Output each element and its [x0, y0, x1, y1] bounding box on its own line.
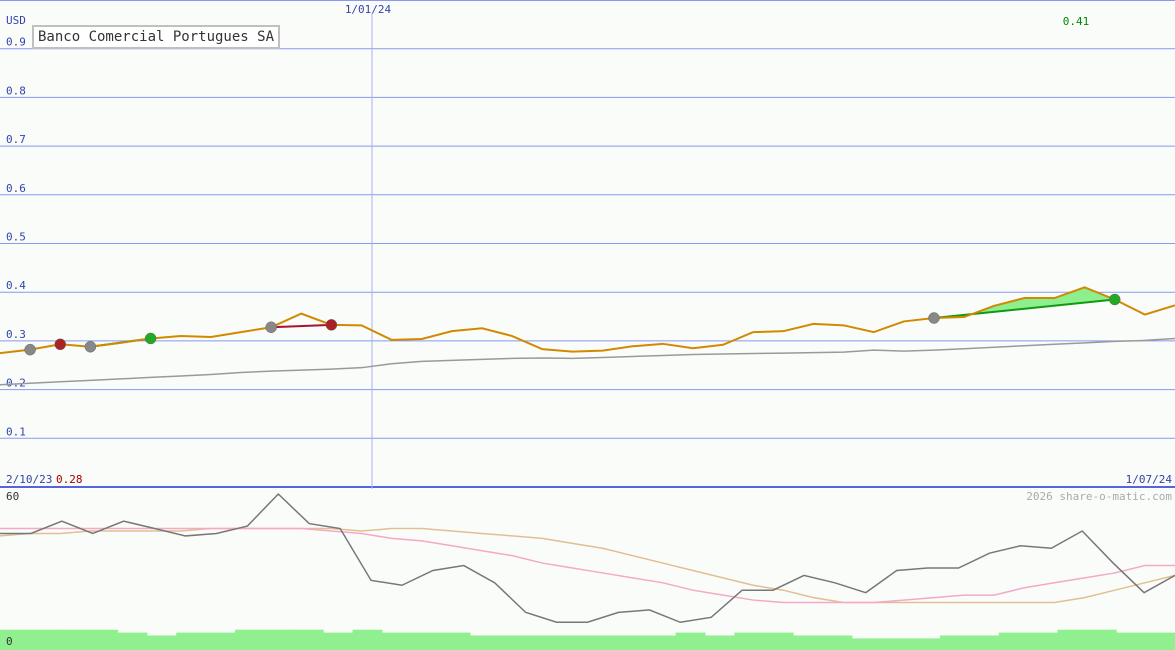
volume-bar	[793, 635, 823, 650]
volume-bar	[558, 635, 588, 650]
volume-bar	[587, 635, 618, 650]
y-tick-label: 0.1	[6, 425, 26, 438]
volume-bar	[88, 629, 118, 650]
volume-bar	[293, 629, 324, 650]
volume-bar	[969, 635, 1000, 650]
x-mid-date-label: 1/01/24	[345, 3, 392, 16]
volume-bar	[381, 632, 412, 650]
trade-marker	[84, 340, 97, 353]
y-tick-label: 0.8	[6, 84, 26, 97]
volume-bar	[470, 635, 500, 650]
x-start-date-label: 2/10/23	[6, 473, 52, 486]
volume-bar	[205, 632, 236, 650]
volume-bar	[851, 638, 882, 650]
lower-y-max-label: 60	[6, 490, 19, 503]
volume-bar	[1028, 632, 1058, 650]
volume-bar	[705, 635, 735, 650]
volume-bar	[910, 638, 941, 650]
trade-marker	[325, 319, 338, 331]
volume-bar	[646, 635, 677, 650]
stock-chart: 0.10.20.30.40.50.60.70.80.9USD1/01/240.4…	[0, 0, 1175, 650]
copyright-label: 2026 share-o-matic.com	[1026, 490, 1172, 503]
lower-y-min-label: 0	[6, 635, 13, 648]
volume-bar	[1145, 632, 1175, 650]
volume-bar	[440, 632, 471, 650]
y-tick-label: 0.9	[6, 36, 26, 49]
y-tick-label: 0.6	[6, 182, 26, 195]
y-tick-label: 0.5	[6, 231, 26, 244]
volume-bar	[176, 632, 207, 650]
volume-bar	[616, 635, 647, 650]
volume-bar	[734, 632, 765, 650]
volume-bar	[1057, 629, 1088, 650]
trade-marker	[144, 332, 157, 345]
volume-bar	[528, 635, 559, 650]
high-value-label: 0.41	[1063, 15, 1090, 28]
volume-bar	[146, 635, 177, 650]
volume-bar	[1086, 629, 1117, 650]
volume-bar	[881, 638, 912, 650]
trade-marker	[928, 312, 940, 324]
volume-bar	[264, 629, 295, 650]
y-tick-label: 0.3	[6, 328, 26, 341]
volume-bar	[411, 632, 442, 650]
volume-bar	[675, 632, 706, 650]
lower-panel-bg	[0, 489, 1175, 650]
volume-bar	[117, 632, 148, 650]
chart-title: Banco Comercial Portugues SA	[32, 25, 281, 49]
volume-bar	[940, 635, 970, 650]
volume-bar	[58, 629, 89, 650]
trade-marker	[265, 321, 277, 334]
volume-bar	[235, 629, 265, 650]
volume-bar	[0, 629, 30, 650]
low-value-label: 0.28	[56, 473, 83, 486]
volume-bar	[29, 629, 60, 650]
trade-marker	[1108, 293, 1121, 306]
volume-bar	[998, 632, 1029, 650]
volume-bar	[352, 629, 383, 650]
trade-marker	[24, 343, 36, 356]
trade-marker	[54, 338, 67, 351]
y-tick-label: 0.4	[6, 279, 26, 292]
volume-bar	[763, 632, 794, 650]
x-end-date-label: 1/07/24	[1126, 473, 1173, 486]
volume-bar	[499, 635, 530, 650]
volume-bar	[1116, 632, 1147, 650]
volume-bar	[323, 632, 353, 650]
volume-bar	[822, 635, 853, 650]
y-tick-label: 0.7	[6, 133, 26, 146]
y-axis-unit: USD	[6, 14, 26, 27]
